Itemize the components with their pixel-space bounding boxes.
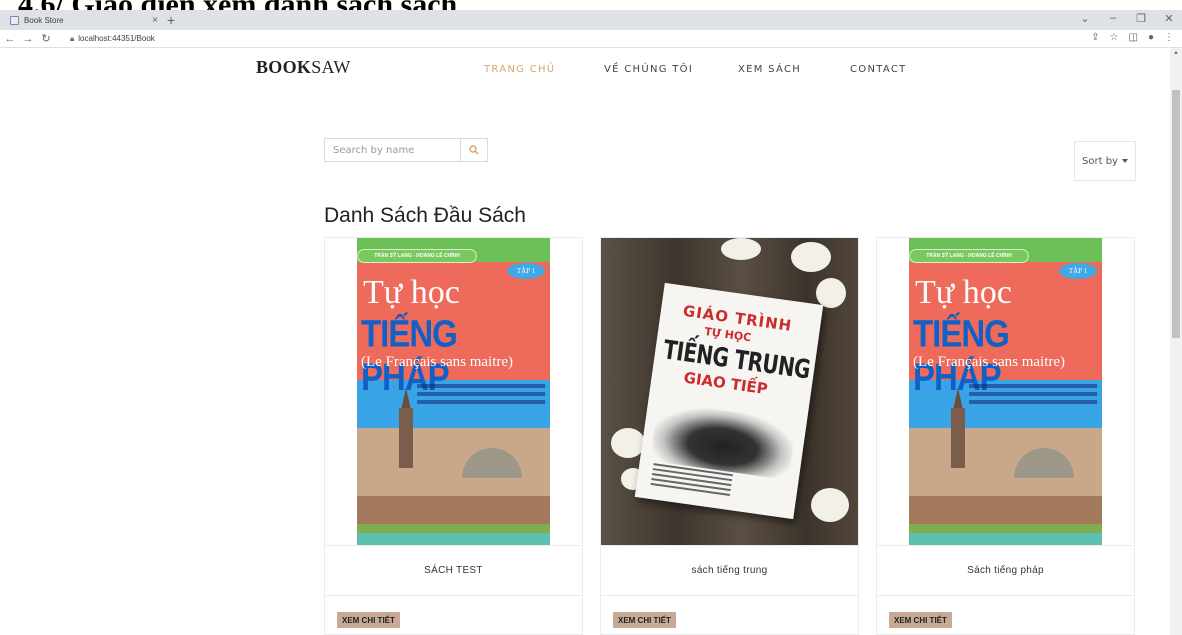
back-icon[interactable]: ← xyxy=(2,33,18,45)
site-logo[interactable]: BOOKSAW xyxy=(256,57,351,78)
logo-light-text: SAW xyxy=(311,57,351,77)
cover-volume: TẬP 1 xyxy=(1059,263,1097,279)
book-cover-image[interactable]: TRẦN SỸ LANG - HOÀNG LÊ CHÍNH TẬP 1 Tự h… xyxy=(877,238,1134,545)
search-box xyxy=(324,138,488,162)
new-tab-icon[interactable]: + xyxy=(167,12,175,28)
cover-author: TRẦN SỸ LANG - HOÀNG LÊ CHÍNH xyxy=(909,249,1029,263)
book-title: sách tiếng trung xyxy=(601,545,858,596)
sort-label: Sort by xyxy=(1082,155,1118,167)
lock-icon[interactable]: 🔒︎ xyxy=(70,34,74,44)
url-field[interactable]: localhost:44351/Book xyxy=(78,34,155,43)
address-bar-row: ← → ↻ 🔒︎ localhost:44351/Book ⇪ ☆ ◫ ● ⋮ xyxy=(0,30,1182,48)
share-icon[interactable]: ⇪ xyxy=(1091,32,1099,43)
sort-dropdown[interactable]: Sort by xyxy=(1074,141,1136,181)
view-details-button[interactable]: XEM CHI TIẾT xyxy=(613,612,676,628)
logo-bold-text: BOOK xyxy=(256,57,312,77)
browser-tab-title: Book Store xyxy=(24,16,64,25)
scroll-up-arrow-icon[interactable]: ▲ xyxy=(1173,50,1179,56)
nav-xem-sach[interactable]: XEM SÁCH xyxy=(738,64,801,75)
close-window-icon[interactable]: ✕ xyxy=(1162,12,1176,25)
browser-tab[interactable]: Book Store × xyxy=(4,11,164,30)
cover-author: TRẦN SỸ LANG - HOÀNG LÊ CHÍNH xyxy=(357,249,477,263)
search-icon xyxy=(469,145,479,155)
section-title: Danh Sách Đầu Sách xyxy=(324,204,526,227)
bookmark-star-icon[interactable]: ☆ xyxy=(1110,32,1119,43)
nav-trang-chu[interactable]: TRANG CHỦ xyxy=(484,64,555,75)
menu-kebab-icon[interactable]: ⋮ xyxy=(1164,32,1174,43)
cover-volume: TẬP 1 xyxy=(507,263,545,279)
window-controls: ⌄ – ❐ ✕ xyxy=(1078,12,1176,25)
browser-tab-strip: Book Store × + ⌄ – ❐ ✕ xyxy=(0,10,1182,30)
tab-close-icon[interactable]: × xyxy=(152,15,158,26)
book-title: SÁCH TEST xyxy=(325,545,582,596)
minimize-icon[interactable]: – xyxy=(1106,12,1120,25)
nav-ve-chung-toi[interactable]: VỀ CHÚNG TÔI xyxy=(604,64,693,75)
restore-icon[interactable]: ❐ xyxy=(1134,12,1148,25)
cover-line3: (Le Français sans maitre) xyxy=(913,354,1066,370)
book-cover-image[interactable]: GIÁO TRÌNH TỰ HỌC TIẾNG TRUNG GIAO TIẾP xyxy=(601,238,858,545)
scrollbar-thumb[interactable] xyxy=(1172,90,1180,338)
view-details-button[interactable]: XEM CHI TIẾT xyxy=(337,612,400,628)
profile-icon[interactable]: ● xyxy=(1148,32,1154,43)
cover-line3: (Le Français sans maitre) xyxy=(361,354,514,370)
page-scrollbar[interactable]: ▲ xyxy=(1170,48,1182,635)
book-title: Sách tiếng pháp xyxy=(877,545,1134,596)
book-cover-image[interactable]: TRẦN SỸ LANG - HOÀNG LÊ CHÍNH TẬP 1 Tự h… xyxy=(325,238,582,545)
chevron-down-icon xyxy=(1121,159,1128,163)
view-details-button[interactable]: XEM CHI TIẾT xyxy=(889,612,952,628)
nav-contact[interactable]: CONTACT xyxy=(850,64,907,75)
reload-icon[interactable]: ↻ xyxy=(38,32,54,45)
cover-line1: Tự học xyxy=(363,274,460,311)
book-card: TRẦN SỸ LANG - HOÀNG LÊ CHÍNH TẬP 1 Tự h… xyxy=(876,237,1135,635)
forward-icon[interactable]: → xyxy=(20,33,36,45)
book-card: TRẦN SỸ LANG - HOÀNG LÊ CHÍNH TẬP 1 Tự h… xyxy=(324,237,583,635)
book-card: GIÁO TRÌNH TỰ HỌC TIẾNG TRUNG GIAO TIẾP … xyxy=(600,237,859,635)
address-bar-actions: ⇪ ☆ ◫ ● ⋮ xyxy=(1091,32,1174,43)
cover-line1: Tự học xyxy=(915,274,1012,311)
page-favicon-icon xyxy=(10,16,19,25)
search-button[interactable] xyxy=(461,139,487,161)
side-panel-icon[interactable]: ◫ xyxy=(1129,32,1138,43)
search-input[interactable] xyxy=(325,139,461,161)
tab-search-icon[interactable]: ⌄ xyxy=(1078,12,1092,25)
